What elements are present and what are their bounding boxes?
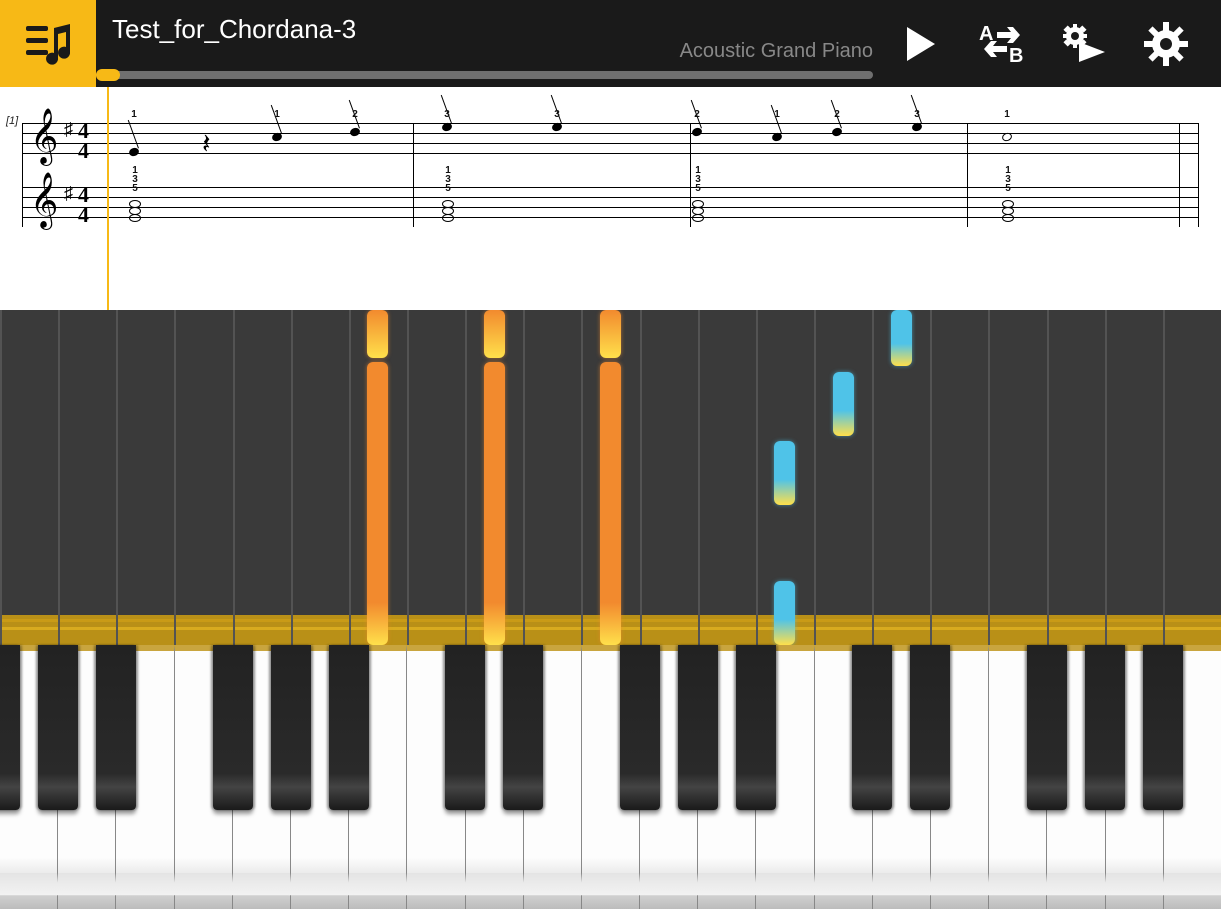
black-key[interactable] <box>678 645 718 810</box>
falling-note <box>367 362 388 645</box>
treble-clef-icon: 𝄞 <box>30 117 58 157</box>
black-key[interactable] <box>38 645 78 810</box>
play-icon <box>899 23 941 65</box>
black-key[interactable] <box>620 645 660 810</box>
time-signature: 4 4 <box>78 121 89 161</box>
black-key[interactable] <box>329 645 369 810</box>
black-key[interactable] <box>445 645 485 810</box>
black-key[interactable] <box>503 645 543 810</box>
black-key[interactable] <box>736 645 776 810</box>
settings-icon <box>1142 20 1190 68</box>
treble-clef-icon: 𝄞 <box>30 181 58 221</box>
staff-right-hand: 𝄞 4 4 ♯1𝄽123321231 <box>22 123 1199 163</box>
black-key[interactable] <box>910 645 950 810</box>
black-key[interactable] <box>1027 645 1067 810</box>
falling-note <box>484 310 505 358</box>
play-settings-button[interactable] <box>1057 17 1111 71</box>
song-title: Test_for_Chordana-3 <box>112 0 873 45</box>
top-bar: Test_for_Chordana-3 Acoustic Grand Piano… <box>0 0 1221 87</box>
top-controls: A B <box>873 0 1221 87</box>
falling-note <box>600 362 621 645</box>
ab-loop-button[interactable]: A B <box>975 17 1029 71</box>
black-key[interactable] <box>271 645 311 810</box>
falling-note <box>774 581 795 645</box>
menu-button[interactable] <box>0 0 96 87</box>
instrument-name: Acoustic Grand Piano <box>680 40 873 63</box>
score-playhead <box>107 87 109 310</box>
falling-note <box>891 310 912 366</box>
piano-roll[interactable] <box>0 310 1221 645</box>
time-signature: 4 4 <box>78 185 89 225</box>
falling-note <box>833 372 854 436</box>
falling-note <box>774 441 795 505</box>
settings-button[interactable] <box>1139 17 1193 71</box>
progress-thumb[interactable] <box>96 69 120 81</box>
play-button[interactable] <box>893 17 947 71</box>
menu-music-icon <box>20 16 76 72</box>
falling-note <box>484 362 505 645</box>
ab-loop-icon: A B <box>975 22 1029 66</box>
keyboard <box>0 645 1221 909</box>
score-panel[interactable]: [1] 𝄞 4 4 ♯1𝄽123321231 𝄞 4 4 ♯1351351351… <box>0 87 1221 310</box>
title-area: Test_for_Chordana-3 Acoustic Grand Piano <box>96 0 873 87</box>
progress-track[interactable] <box>96 71 873 79</box>
svg-text:B: B <box>1009 45 1023 66</box>
black-key[interactable] <box>852 645 892 810</box>
falling-note <box>367 310 388 358</box>
black-key[interactable] <box>1143 645 1183 810</box>
black-key[interactable] <box>1085 645 1125 810</box>
black-key[interactable] <box>0 645 20 810</box>
staff-left-hand: 𝄞 4 4 ♯135135135135 <box>22 187 1199 227</box>
black-key[interactable] <box>96 645 136 810</box>
falling-note <box>600 310 621 358</box>
play-settings-icon <box>1059 22 1109 66</box>
black-key[interactable] <box>213 645 253 810</box>
